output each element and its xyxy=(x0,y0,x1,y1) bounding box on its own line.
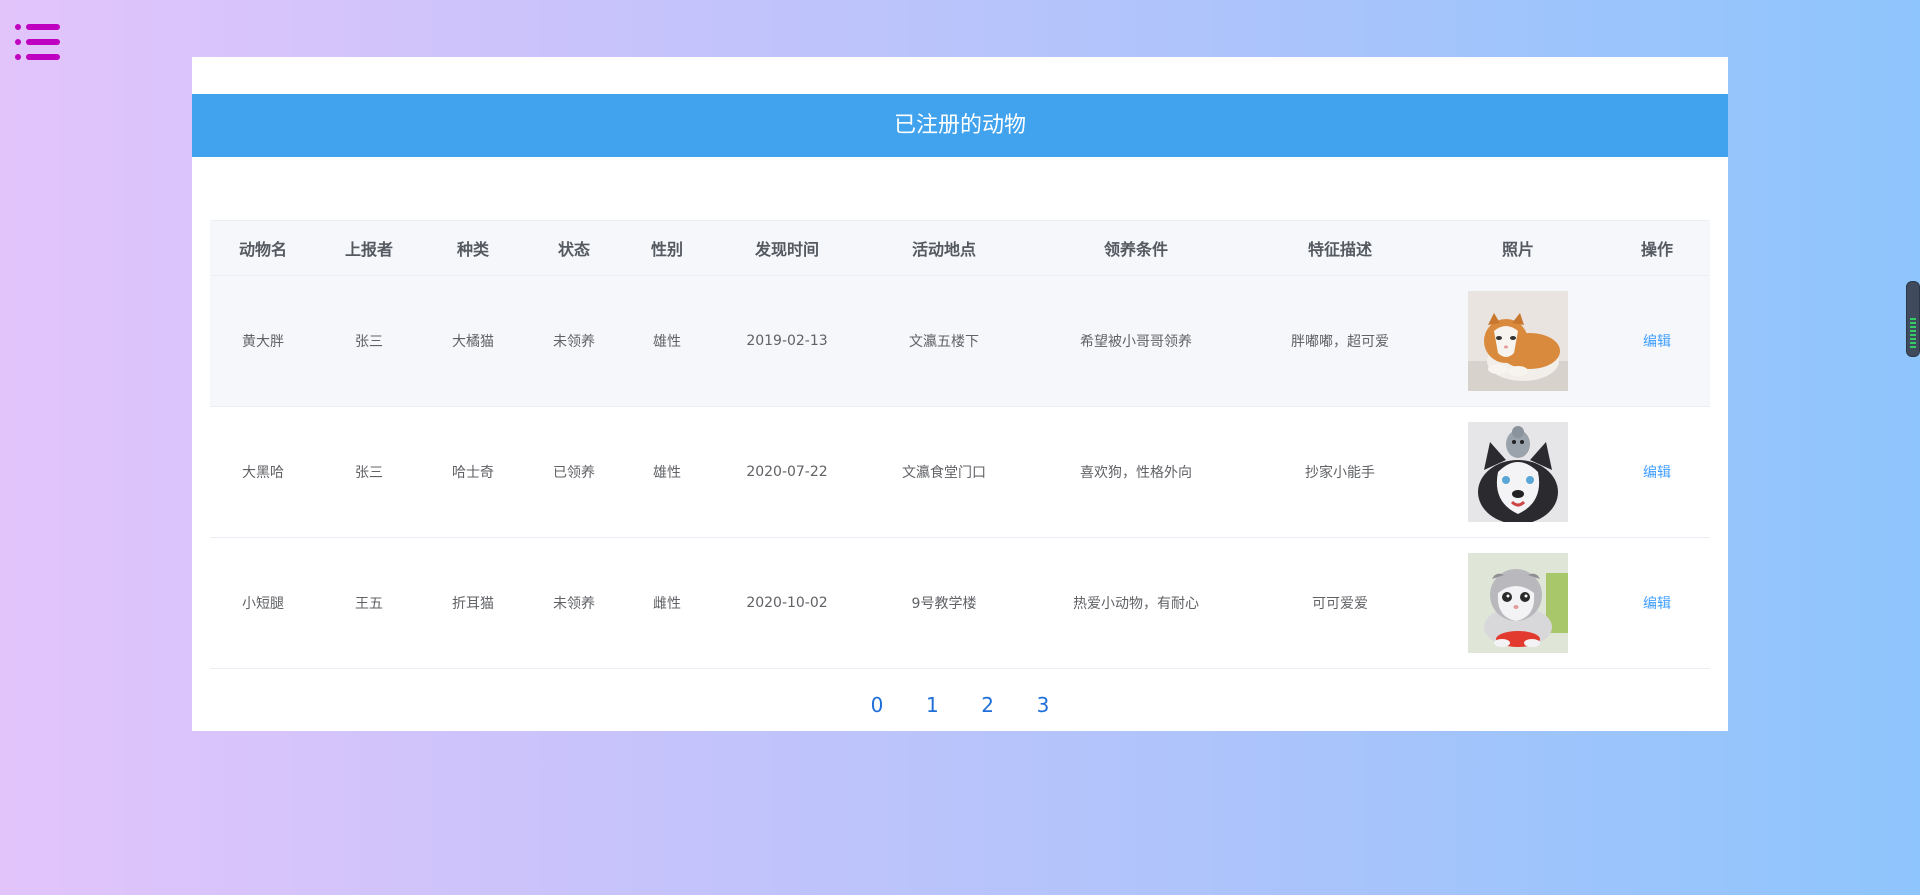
column-header-action: 操作 xyxy=(1604,220,1710,276)
cell-name: 大黑哈 xyxy=(242,465,284,481)
cell-photo xyxy=(1432,538,1604,669)
cell-description: 可可爱爱 xyxy=(1312,596,1368,612)
cell-reporter: 张三 xyxy=(355,334,383,350)
menu-button[interactable] xyxy=(14,22,62,64)
column-header-species: 种类 xyxy=(422,220,524,276)
column-header-condition: 领养条件 xyxy=(1024,220,1248,276)
cell-species: 折耳猫 xyxy=(452,596,494,612)
page-link[interactable]: 0 xyxy=(863,693,890,717)
column-header-gender: 性别 xyxy=(624,220,710,276)
cell-description: 抄家小能手 xyxy=(1305,465,1375,481)
cell-photo xyxy=(1432,407,1604,538)
cell-location: 9号教学楼 xyxy=(911,596,977,612)
cell-status: 未领养 xyxy=(553,334,595,350)
orange-cat-photo[interactable] xyxy=(1468,291,1568,391)
scroll-indicator[interactable] xyxy=(1906,281,1920,357)
animals-card: 已注册的动物 动物名 上报者 种类 状态 性别 发现时间 活动地点 领养条件 特… xyxy=(192,57,1728,731)
cell-reporter: 张三 xyxy=(355,465,383,481)
page-link[interactable]: 2 xyxy=(974,693,1001,717)
cell-location: 文瀛五楼下 xyxy=(909,334,979,350)
pagination: 0 1 2 3 xyxy=(192,693,1728,717)
cell-species: 哈士奇 xyxy=(452,465,494,481)
cell-name: 小短腿 xyxy=(242,596,284,612)
cell-name: 黄大胖 xyxy=(242,334,284,350)
cell-found-date: 2020-07-22 xyxy=(746,464,828,480)
table-row: 黄大胖 张三 大橘猫 未领养 雄性 2019-02-13 文瀛五楼下 希望被小哥… xyxy=(210,275,1710,407)
column-header-photo: 照片 xyxy=(1432,220,1604,276)
column-header-description: 特征描述 xyxy=(1248,220,1432,276)
cell-found-date: 2019-02-13 xyxy=(746,333,828,349)
cell-location: 文瀛食堂门口 xyxy=(902,465,986,481)
cell-condition: 希望被小哥哥领养 xyxy=(1080,334,1192,350)
husky-photo[interactable] xyxy=(1468,422,1568,522)
table-header-row: 动物名 上报者 种类 状态 性别 发现时间 活动地点 领养条件 特征描述 照片 … xyxy=(210,220,1710,276)
cell-action: 编辑 xyxy=(1604,276,1710,407)
cell-status: 已领养 xyxy=(553,465,595,481)
cell-species: 大橘猫 xyxy=(452,334,494,350)
cell-found-date: 2020-10-02 xyxy=(746,595,828,611)
column-header-name: 动物名 xyxy=(210,220,316,276)
table-row: 大黑哈 张三 哈士奇 已领养 雄性 2020-07-22 文瀛食堂门口 喜欢狗，… xyxy=(210,407,1710,538)
column-header-reporter: 上报者 xyxy=(316,220,422,276)
edit-button[interactable]: 编辑 xyxy=(1643,596,1671,612)
cell-condition: 热爱小动物，有耐心 xyxy=(1073,596,1199,612)
list-menu-icon xyxy=(15,24,60,60)
cell-photo xyxy=(1432,276,1604,407)
cell-gender: 雄性 xyxy=(653,334,681,350)
column-header-found-date: 发现时间 xyxy=(710,220,864,276)
animals-table: 动物名 上报者 种类 状态 性别 发现时间 活动地点 领养条件 特征描述 照片 … xyxy=(210,220,1710,669)
page-link[interactable]: 1 xyxy=(919,693,946,717)
cell-description: 胖嘟嘟，超可爱 xyxy=(1291,334,1389,350)
edit-button[interactable]: 编辑 xyxy=(1643,465,1671,481)
cell-gender: 雄性 xyxy=(653,465,681,481)
page-link[interactable]: 3 xyxy=(1030,693,1057,717)
fold-cat-photo[interactable] xyxy=(1468,553,1568,653)
cell-reporter: 王五 xyxy=(355,596,383,612)
column-header-location: 活动地点 xyxy=(864,220,1024,276)
page-title: 已注册的动物 xyxy=(192,94,1728,157)
cell-action: 编辑 xyxy=(1604,407,1710,538)
column-header-status: 状态 xyxy=(524,220,624,276)
cell-status: 未领养 xyxy=(553,596,595,612)
cell-action: 编辑 xyxy=(1604,538,1710,669)
cell-condition: 喜欢狗，性格外向 xyxy=(1080,465,1192,481)
cell-gender: 雌性 xyxy=(653,596,681,612)
edit-button[interactable]: 编辑 xyxy=(1643,334,1671,350)
table-row: 小短腿 王五 折耳猫 未领养 雌性 2020-10-02 9号教学楼 热爱小动物… xyxy=(210,538,1710,669)
